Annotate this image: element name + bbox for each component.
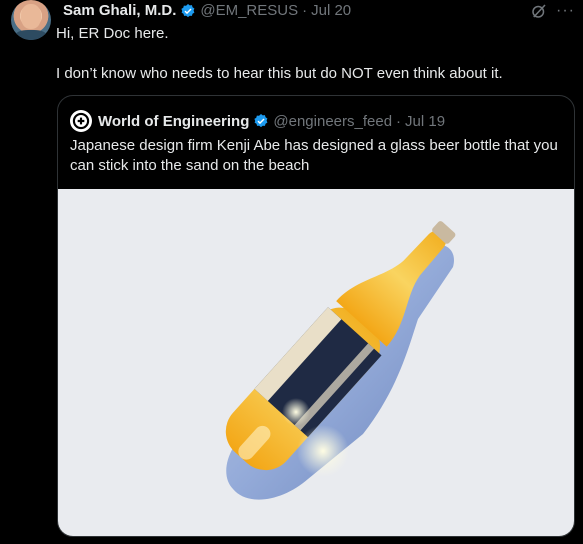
author-name[interactable]: Sam Ghali, M.D. (63, 2, 176, 20)
separator-dot: · (396, 112, 402, 130)
quoted-tweet-text: Japanese design firm Kenji Abe has desig… (70, 137, 558, 174)
tweet-date[interactable]: Jul 20 (311, 2, 351, 20)
grok-icon[interactable] (530, 2, 548, 20)
more-icon[interactable]: ··· (556, 2, 575, 20)
world-of-engineering-logo[interactable] (70, 110, 92, 132)
quoted-tweet-header: World of Engineering @engineers_feed · J… (70, 110, 445, 132)
quoted-handle[interactable]: @engineers_feed (273, 113, 392, 130)
quoted-tweet[interactable]: World of Engineering @engineers_feed · J… (57, 95, 575, 537)
author-handle[interactable]: @EM_RESUS (200, 2, 298, 20)
tweet-text-line-2: I don’t know who needs to hear this but … (56, 65, 503, 82)
quoted-author-name[interactable]: World of Engineering (98, 113, 249, 130)
tweet-header: Sam Ghali, M.D. @EM_RESUS · Jul 20 (63, 2, 351, 20)
separator-dot: · (302, 2, 308, 19)
beer-bottle-photo[interactable] (58, 189, 574, 536)
verified-badge-icon (253, 113, 269, 129)
tweet-text-line-1: Hi, ER Doc here. (56, 25, 169, 42)
quoted-date[interactable]: Jul 19 (405, 113, 445, 130)
author-avatar[interactable] (11, 0, 51, 40)
verified-badge-icon (180, 3, 196, 19)
